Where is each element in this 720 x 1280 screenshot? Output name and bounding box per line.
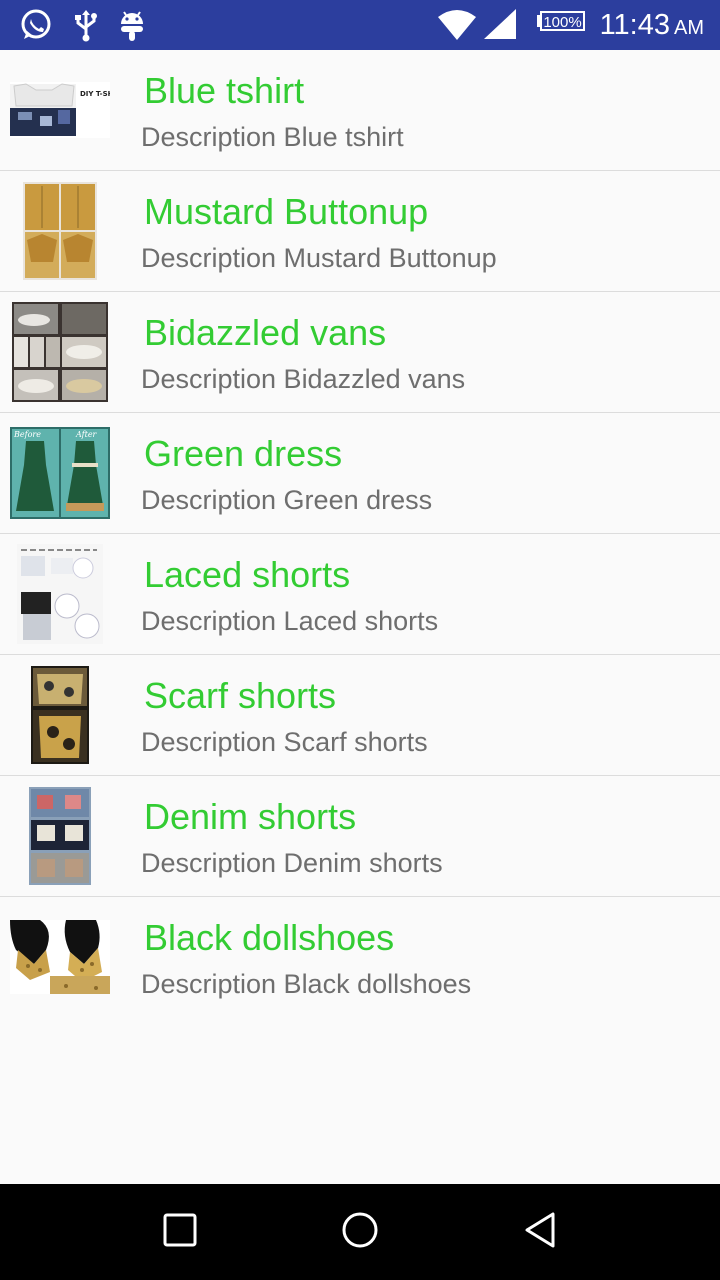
list-item[interactable]: DIY T-SHIRT UPCYCLING Blue tshirt Descri… bbox=[0, 50, 720, 171]
thumb-before-label: Before bbox=[13, 430, 41, 439]
item-thumbnail bbox=[10, 907, 110, 1007]
cell-signal-icon bbox=[482, 7, 518, 43]
item-description: Description Laced shorts bbox=[141, 606, 439, 636]
recents-square-icon bbox=[162, 1212, 198, 1252]
item-description: Description Denim shorts bbox=[141, 848, 443, 878]
thumb-after-label: After bbox=[75, 430, 98, 439]
status-clock: 11:43 AM bbox=[600, 8, 704, 45]
item-title: Blue tshirt bbox=[144, 70, 305, 111]
android-icon bbox=[114, 7, 150, 43]
item-title: Green dress bbox=[144, 433, 343, 474]
thumb-text: DIY T-SHIRT UPCYCLING bbox=[80, 90, 110, 98]
battery-icon: 100% bbox=[536, 7, 586, 43]
usb-icon bbox=[68, 7, 104, 43]
list-item[interactable]: Bidazzled vans Description Bidazzled van… bbox=[0, 292, 720, 413]
clock-ampm: AM bbox=[674, 17, 704, 39]
list-item[interactable]: Denim shorts Description Denim shorts bbox=[0, 776, 720, 897]
list-item[interactable]: Before After Green dress Description Gre… bbox=[0, 413, 720, 534]
list-item[interactable]: Black dollshoes Description Black dollsh… bbox=[0, 897, 720, 1018]
list-item[interactable]: Scarf shorts Description Scarf shorts bbox=[0, 655, 720, 776]
recents-button[interactable] bbox=[150, 1202, 210, 1262]
item-list: DIY T-SHIRT UPCYCLING Blue tshirt Descri… bbox=[0, 50, 720, 1018]
item-description: Description Black dollshoes bbox=[141, 969, 472, 999]
item-title: Scarf shorts bbox=[144, 675, 337, 716]
item-thumbnail bbox=[10, 181, 110, 281]
item-title: Laced shorts bbox=[144, 554, 351, 595]
item-description: Description Mustard Buttonup bbox=[141, 243, 497, 273]
whatsapp-icon bbox=[18, 7, 54, 43]
item-description: Description Blue tshirt bbox=[141, 122, 404, 152]
item-thumbnail: Before After bbox=[10, 423, 110, 523]
wifi-icon bbox=[436, 7, 478, 43]
home-button[interactable] bbox=[330, 1202, 390, 1262]
item-title: Black dollshoes bbox=[144, 917, 395, 958]
item-thumbnail bbox=[10, 302, 110, 402]
back-triangle-icon bbox=[520, 1210, 560, 1254]
item-description: Description Bidazzled vans bbox=[141, 364, 466, 394]
list-item[interactable]: Mustard Buttonup Description Mustard But… bbox=[0, 171, 720, 292]
item-thumbnail: DIY T-SHIRT UPCYCLING bbox=[10, 60, 110, 160]
item-thumbnail bbox=[10, 544, 110, 644]
battery-text: 100% bbox=[543, 14, 581, 31]
navigation-bar bbox=[0, 1184, 720, 1280]
back-button[interactable] bbox=[510, 1202, 570, 1262]
item-thumbnail bbox=[10, 665, 110, 765]
item-description: Description Green dress bbox=[141, 485, 433, 515]
item-thumbnail bbox=[10, 786, 110, 886]
home-circle-icon bbox=[340, 1210, 380, 1254]
item-description: Description Scarf shorts bbox=[141, 727, 428, 757]
item-title: Bidazzled vans bbox=[144, 312, 387, 353]
clock-time: 11:43 bbox=[599, 9, 670, 41]
item-title: Denim shorts bbox=[144, 796, 357, 837]
status-bar: 100% 11:43 AM bbox=[0, 0, 720, 50]
item-title: Mustard Buttonup bbox=[144, 191, 429, 232]
list-item[interactable]: Laced shorts Description Laced shorts bbox=[0, 534, 720, 655]
